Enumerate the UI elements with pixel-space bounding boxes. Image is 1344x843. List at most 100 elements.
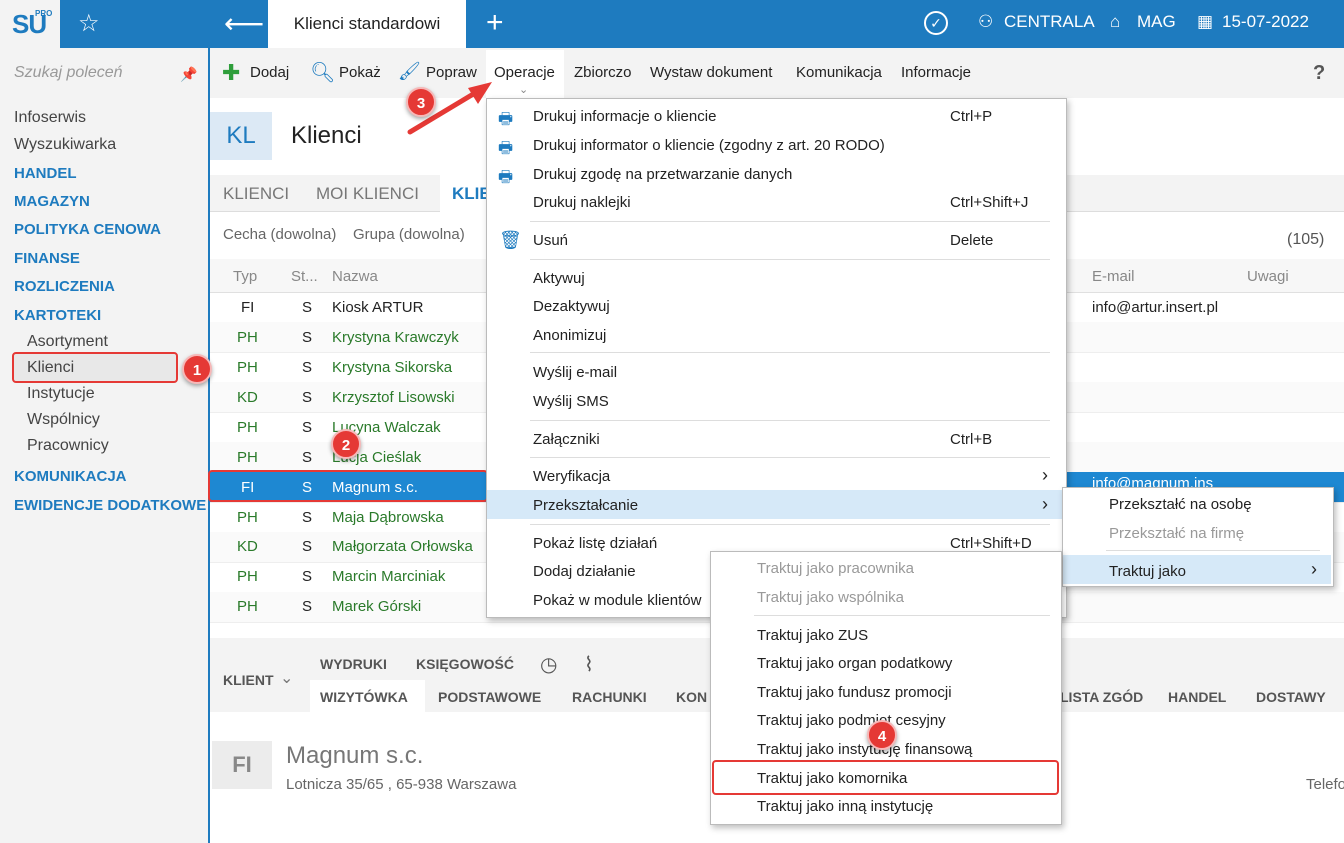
tab-dostawy[interactable]: DOSTAWY <box>1256 689 1326 705</box>
col-uwagi[interactable]: Uwagi <box>1247 268 1289 285</box>
menu-pokaz-liste-dzialan[interactable]: Pokaż listę działań <box>533 535 657 552</box>
menu-traktuj-inna[interactable]: Traktuj jako inną instytucję <box>757 798 933 815</box>
menu-traktuj-komornika[interactable]: Traktuj jako komornika <box>757 770 907 787</box>
cell-status: S <box>302 329 313 346</box>
shortcut-ctrl-shift-d: Ctrl+Shift+D <box>950 535 1032 552</box>
col-nazwa[interactable]: Nazwa <box>332 268 378 285</box>
pokaz-button[interactable]: Pokaż <box>339 64 381 81</box>
komunikacja-button[interactable]: Komunikacja <box>796 64 882 81</box>
tab-handel[interactable]: HANDEL <box>1168 689 1226 705</box>
menu-zalaczniki[interactable]: Załączniki <box>533 431 600 448</box>
menu-traktuj-podmiot[interactable]: Traktuj jako podmiot cesyjny <box>757 712 946 729</box>
cell-status: S <box>302 598 313 615</box>
filter-cecha[interactable]: Cecha (dowolna) <box>223 226 336 243</box>
shortcut-ctrl-p: Ctrl+P <box>950 108 993 125</box>
sidebar-cat-kartoteki[interactable]: KARTOTEKI <box>14 307 101 324</box>
step-badge-2: 2 <box>331 429 361 459</box>
dodaj-button[interactable]: Dodaj <box>250 64 289 81</box>
tab-klienci[interactable]: KLIENCI <box>223 184 289 204</box>
menu-wyslij-email[interactable]: Wyślij e-mail <box>533 364 617 381</box>
sidebar-item-instytucje[interactable]: Instytucje <box>27 385 95 403</box>
module-badge: KL <box>210 112 272 160</box>
tab-podstawowe[interactable]: PODSTAWOWE <box>438 689 541 705</box>
menu-traktuj-organ[interactable]: Traktuj jako organ podatkowy <box>757 655 952 672</box>
col-email[interactable]: E-mail <box>1092 268 1135 285</box>
sidebar-item-pracownicy[interactable]: Pracownicy <box>27 437 109 455</box>
sidebar-item-wspolnicy[interactable]: Wspólnicy <box>27 411 100 429</box>
sidebar-cat-ewidencje[interactable]: EWIDENCJE DODATKOWE <box>14 497 206 514</box>
menu-przeksztalcanie[interactable]: Przekształcanie <box>533 497 638 514</box>
telefon-label: Telefo <box>1306 776 1344 793</box>
menu-dezaktywuj[interactable]: Dezaktywuj <box>533 298 610 315</box>
tab-lista-zgod[interactable]: LISTA ZGÓD <box>1060 689 1143 705</box>
cell-typ: KD <box>237 538 258 555</box>
menu-traktuj-jako[interactable]: Traktuj jako <box>1109 563 1186 580</box>
col-typ[interactable]: Typ <box>233 268 257 285</box>
tab-klienci-standardowi[interactable]: Klienci standardowi <box>268 0 466 48</box>
tab-klienci-active[interactable]: KLIE <box>452 184 491 204</box>
menu-aktywuj[interactable]: Aktywuj <box>533 270 585 287</box>
cell-nazwa: Maja Dąbrowska <box>332 509 444 526</box>
menu-wyslij-sms[interactable]: Wyślij SMS <box>533 393 609 410</box>
tab-rachunki[interactable]: RACHUNKI <box>572 689 647 705</box>
sidebar-item-asortyment[interactable]: Asortyment <box>27 333 108 351</box>
sidebar-cat-komunikacja[interactable]: KOMUNIKACJA <box>14 468 127 485</box>
sidebar-item-infoserwis[interactable]: Infoserwis <box>14 109 86 127</box>
menu-usun[interactable]: Usuń <box>533 232 568 249</box>
search-input[interactable]: Szukaj poleceń <box>14 64 123 82</box>
menu-pokaz-w-module[interactable]: Pokaż w module klientów <box>533 592 701 609</box>
centrala-label[interactable]: CENTRALA <box>1004 12 1095 32</box>
sidebar-cat-magazyn[interactable]: MAGAZYN <box>14 193 90 210</box>
menu-traktuj-zus[interactable]: Traktuj jako ZUS <box>757 627 868 644</box>
ksiegowosc-tab[interactable]: KSIĘGOWOŚĆ <box>416 656 514 672</box>
step-badge-3: 3 <box>406 87 436 117</box>
back-arrow-icon[interactable]: ⟵ <box>224 7 264 40</box>
cell-nazwa: Małgorzata Orłowska <box>332 538 473 555</box>
chevron-down-icon[interactable]: ⌄ <box>280 668 293 688</box>
col-status[interactable]: St... <box>291 268 318 285</box>
star-icon[interactable]: ☆ <box>78 9 100 38</box>
sidebar-item-klienci[interactable]: Klienci <box>27 359 74 377</box>
operacje-button[interactable]: Operacje <box>494 64 555 81</box>
pin-icon[interactable]: 📌 <box>180 66 197 83</box>
help-icon[interactable]: ? <box>1313 62 1325 85</box>
add-tab-icon[interactable]: + <box>486 6 504 40</box>
menu-traktuj-fundusz[interactable]: Traktuj jako fundusz promocji <box>757 684 952 701</box>
sidebar-cat-polityka[interactable]: POLITYKA CENOWA <box>14 221 161 238</box>
menu-drukuj-informator[interactable]: Drukuj informator o kliencie (zgodny z a… <box>533 137 885 154</box>
menu-separator <box>530 221 1050 222</box>
menu-weryfikacja[interactable]: Weryfikacja <box>533 468 610 485</box>
check-circle-icon[interactable]: ✓ <box>924 11 948 35</box>
mag-label[interactable]: MAG <box>1137 12 1176 32</box>
menu-traktuj-instytucje-fin[interactable]: Traktuj jako instytucję finansową <box>757 741 972 758</box>
informacje-button[interactable]: Informacje <box>901 64 971 81</box>
menu-anonimizuj[interactable]: Anonimizuj <box>533 327 606 344</box>
menu-drukuj-naklejki[interactable]: Drukuj naklejki <box>533 194 631 211</box>
wystaw-dokument-button[interactable]: Wystaw dokument <box>650 64 772 81</box>
tab-moi-klienci[interactable]: MOI KLIENCI <box>316 184 419 204</box>
sidebar-cat-finanse[interactable]: FINANSE <box>14 250 80 267</box>
menu-separator <box>530 524 1050 525</box>
filter-grupa[interactable]: Grupa (dowolna) <box>353 226 465 243</box>
attachment-icon[interactable]: ⌇ <box>584 652 594 677</box>
sidebar-cat-rozliczenia[interactable]: ROZLICZENIA <box>14 278 115 295</box>
menu-dodaj-dzialanie[interactable]: Dodaj działanie <box>533 563 636 580</box>
menu-przeksztalc-na-osobe[interactable]: Przekształć na osobę <box>1109 496 1252 513</box>
cell-typ: PH <box>237 509 258 526</box>
chevron-down-icon: ⌄ <box>519 84 529 96</box>
wydruki-tab[interactable]: WYDRUKI <box>320 656 387 672</box>
submenu-arrow-icon: › <box>1311 559 1317 579</box>
tab-kon[interactable]: KON <box>676 689 707 705</box>
selected-row-highlight <box>208 470 488 502</box>
app-logo[interactable]: SU PRO <box>0 0 60 48</box>
sidebar-item-wyszukiwarka[interactable]: Wyszukiwarka <box>14 136 116 154</box>
menu-drukuj-info[interactable]: Drukuj informacje o kliencie <box>533 108 716 125</box>
date-label[interactable]: 15-07-2022 <box>1222 12 1309 32</box>
zbiorczo-button[interactable]: Zbiorczo <box>574 64 632 81</box>
klient-dropdown[interactable]: KLIENT <box>223 672 274 688</box>
printer-icon: 🖶 <box>498 140 514 157</box>
sidebar-cat-handel[interactable]: HANDEL <box>14 165 77 182</box>
history-icon[interactable]: ◷ <box>540 652 557 677</box>
menu-drukuj-zgode[interactable]: Drukuj zgodę na przetwarzanie danych <box>533 166 792 183</box>
tab-wizytowka[interactable]: WIZYTÓWKA <box>320 689 408 705</box>
